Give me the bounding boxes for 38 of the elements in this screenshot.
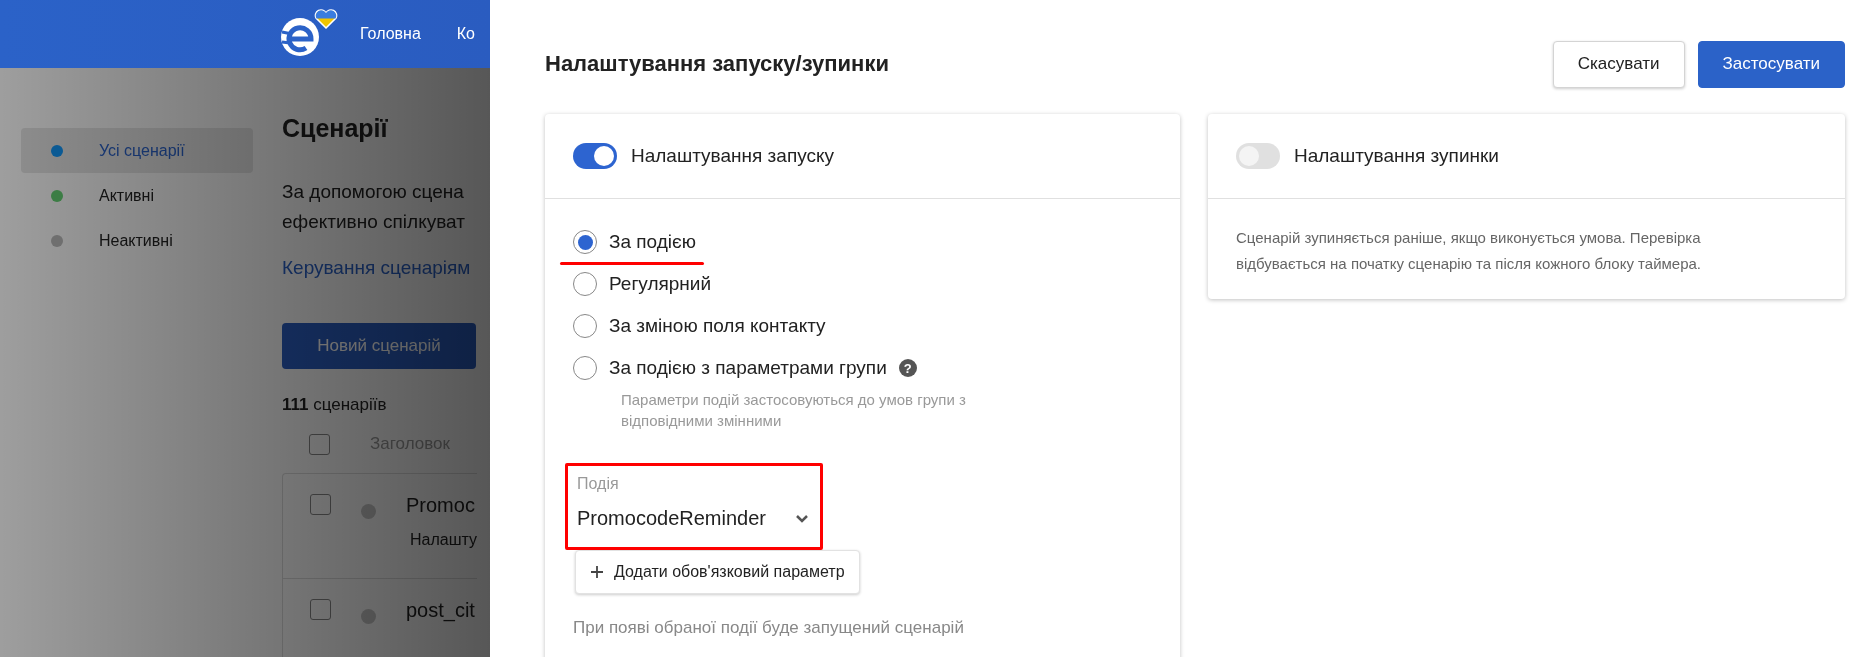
radio-button[interactable] [573, 314, 597, 338]
nav-link[interactable]: Ко [456, 25, 475, 43]
toggle-switch[interactable] [573, 143, 617, 169]
scenario-subtitle: Налашту [410, 531, 478, 549]
stop-description: Сценарій зупиняється раніше, якщо виконується умова. Перевірка відбувається на початку сценарію та після кожного блоку таймера. [1235, 228, 1703, 274]
status-dot [361, 504, 376, 519]
plus-icon [590, 565, 604, 579]
panel-title: Налаштування запуску/зупинки [545, 51, 889, 77]
apply-button[interactable]: Застосувати [1697, 40, 1845, 88]
checkbox[interactable] [309, 433, 330, 455]
radio-label[interactable]: Регулярний [609, 273, 712, 295]
chevron-down-icon [795, 513, 809, 524]
nav-link[interactable]: Головна [360, 25, 421, 43]
help-icon[interactable]: ? [898, 359, 917, 377]
scenario-count: 111 сценаріїв [282, 395, 388, 415]
radio-button[interactable] [573, 356, 597, 380]
page-description: За допомогою сцена ефективно спілкуват [282, 180, 466, 234]
card-title: Налаштування запуску [631, 145, 834, 167]
start-caption: При появі обраної події буде запущений сценарій [573, 618, 965, 638]
option-hint: Параметри подій застосовуються до умов групи з відповідними змінними [621, 390, 967, 431]
logo-icon[interactable] [280, 17, 320, 57]
radio-button[interactable] [573, 272, 597, 296]
event-dropdown[interactable]: Подія PromocodeReminder [565, 463, 823, 550]
sidebar-item[interactable]: Неактивні [21, 218, 253, 263]
toggle-switch[interactable] [1236, 143, 1280, 169]
page-title: Сценарії [282, 114, 389, 143]
cancel-button[interactable]: Скасувати [1552, 40, 1685, 88]
checkbox[interactable] [310, 599, 331, 620]
radio-label[interactable]: За подією [609, 231, 696, 253]
radio-button[interactable] [573, 230, 597, 254]
sidebar-item[interactable]: Активні [21, 173, 253, 218]
status-dot [361, 609, 376, 624]
add-parameter-button[interactable]: Додати обов'язковий параметр [575, 550, 860, 594]
radio-label[interactable]: За подією з параметрами групи [609, 357, 887, 379]
radio-label[interactable]: За зміною поля контакту [609, 315, 826, 337]
heart-icon [314, 9, 338, 29]
checkbox[interactable] [310, 494, 331, 515]
card-title: Налаштування зупинки [1294, 145, 1499, 167]
